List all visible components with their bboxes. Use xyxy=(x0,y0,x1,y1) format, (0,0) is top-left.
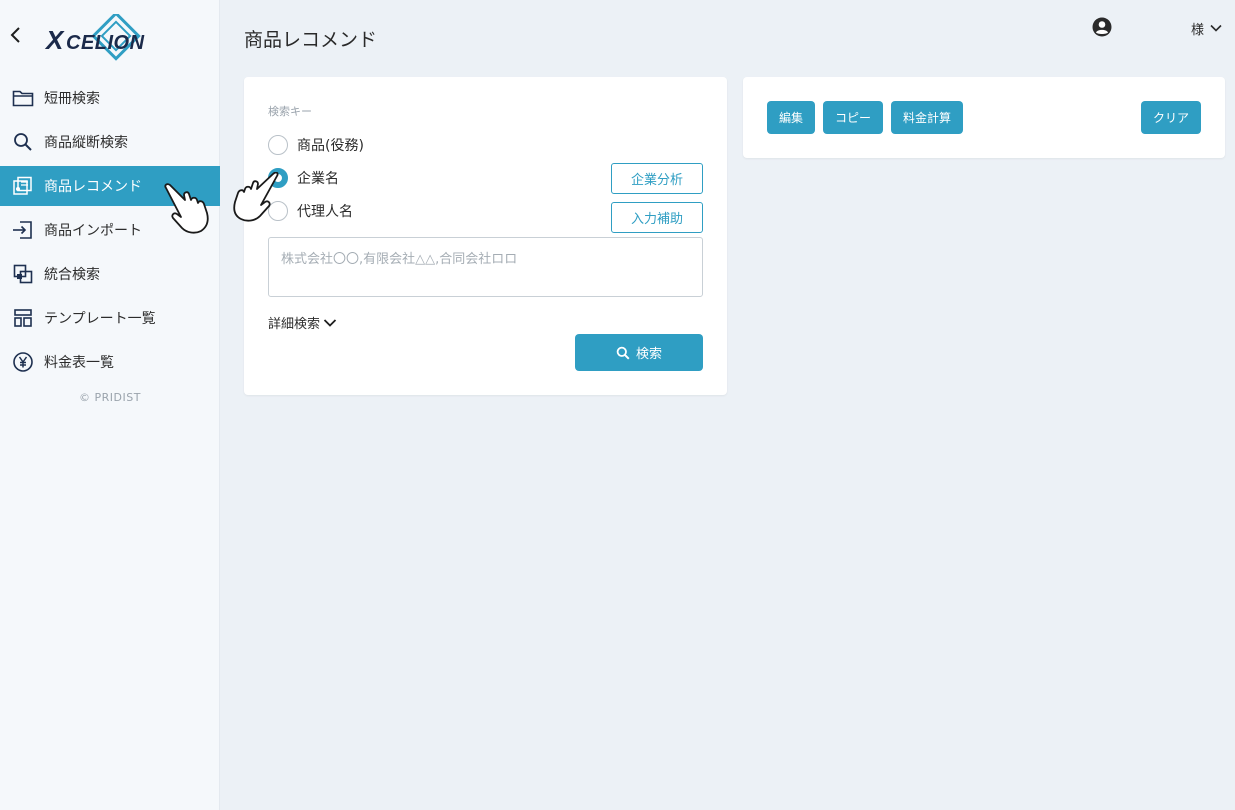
chevron-down-icon xyxy=(323,318,337,327)
search-icon xyxy=(616,346,630,360)
svg-text:X: X xyxy=(44,25,65,55)
page-title: 商品レコメンド xyxy=(244,29,378,51)
sidebar-item-product-cross-search[interactable]: 商品縦断検索 xyxy=(0,120,220,164)
copyright-text: © PRIDIST xyxy=(79,391,141,404)
search-keyword-textarea[interactable] xyxy=(268,237,703,297)
search-button[interactable]: 検索 xyxy=(575,334,703,371)
detail-search-toggle[interactable]: 詳細検索 xyxy=(268,313,337,332)
radio-label: 商品(役務) xyxy=(297,138,364,154)
sidebar-item-label: 短冊検索 xyxy=(44,91,100,107)
search-icon xyxy=(12,131,34,153)
sidebar-item-label: 商品インポート xyxy=(44,223,142,239)
sidebar-item-label: 料金表一覧 xyxy=(44,355,114,371)
sidebar-item-label: 商品縦断検索 xyxy=(44,135,128,151)
user-name[interactable]: 様 xyxy=(1191,19,1204,38)
sidebar-item-label: 商品レコメンド xyxy=(44,179,142,195)
radio-label: 企業名 xyxy=(297,171,339,187)
app-logo: X CELION xyxy=(44,11,174,64)
search-button-label: 検索 xyxy=(635,347,662,362)
recommend-icon xyxy=(12,175,34,197)
back-chevron-icon[interactable] xyxy=(8,24,26,46)
account-circle-icon[interactable] xyxy=(1091,16,1113,38)
fee-calc-button[interactable]: 料金計算 xyxy=(891,101,963,134)
copy-button[interactable]: コピー xyxy=(823,101,883,134)
search-key-label: 検索キー xyxy=(268,105,312,118)
import-icon xyxy=(12,219,34,241)
search-panel: 検索キー 商品(役務) 企業名 代理人名 企業分析 入力補助 詳細検索 検索 xyxy=(244,77,727,395)
yen-icon xyxy=(12,351,34,373)
template-icon xyxy=(12,307,34,329)
chevron-down-icon[interactable] xyxy=(1209,20,1223,34)
sidebar-item-template-list[interactable]: テンプレート一覧 xyxy=(0,296,220,340)
pointing-hand-icon xyxy=(164,183,209,234)
radio-button[interactable] xyxy=(268,135,288,155)
input-assist-button[interactable]: 入力補助 xyxy=(611,202,703,233)
sidebar-item-integrated-search[interactable]: 統合検索 xyxy=(0,252,220,296)
sidebar-item-label: テンプレート一覧 xyxy=(44,311,156,327)
company-analysis-button[interactable]: 企業分析 xyxy=(611,163,703,194)
radio-agent-name[interactable]: 代理人名 xyxy=(268,199,353,223)
clear-button[interactable]: クリア xyxy=(1141,101,1201,134)
result-panel: 編集 コピー 料金計算 クリア xyxy=(743,77,1225,158)
user-menu[interactable]: 様 xyxy=(1091,16,1231,40)
edit-button[interactable]: 編集 xyxy=(767,101,815,134)
svg-text:CELION: CELION xyxy=(66,32,145,54)
detail-search-label: 詳細検索 xyxy=(268,317,321,332)
sidebar-item-fee-table-list[interactable]: 料金表一覧 xyxy=(0,340,220,384)
sidebar-item-label: 統合検索 xyxy=(44,267,100,283)
sidebar: X CELION 短冊検索 商品縦断検索 商品レコメンド 商品インポート 統合検… xyxy=(0,0,220,810)
merge-icon xyxy=(12,263,34,285)
radio-label: 代理人名 xyxy=(297,204,353,220)
radio-product-service[interactable]: 商品(役務) xyxy=(268,133,364,157)
folder-icon xyxy=(12,87,34,109)
pointing-hand-icon xyxy=(233,172,279,222)
sidebar-item-tanzaku-search[interactable]: 短冊検索 xyxy=(0,76,220,120)
